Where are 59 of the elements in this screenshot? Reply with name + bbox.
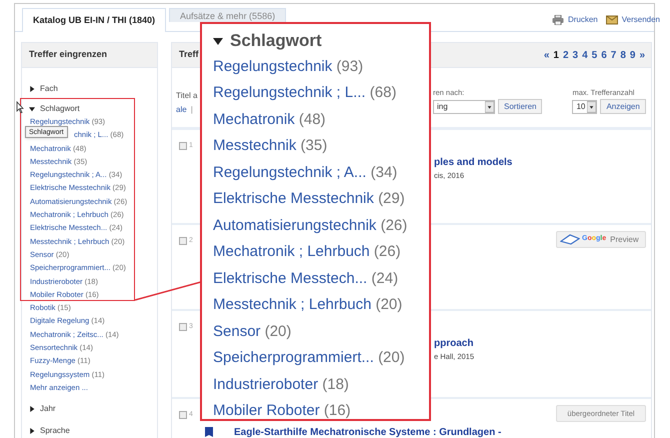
- checkbox[interactable]: [179, 323, 187, 331]
- sort-button[interactable]: Sortieren: [498, 99, 542, 114]
- result-title-link[interactable]: pproach: [434, 336, 551, 351]
- select-link[interactable]: ale: [176, 104, 187, 116]
- facet-link[interactable]: Mechatronik (48): [213, 106, 429, 133]
- dropdown-arrow-icon: [485, 100, 494, 112]
- field-label: Titel a: [176, 90, 198, 102]
- expanded-triangle-icon: [213, 36, 223, 46]
- tab[interactable]: Katalog UB EI-IN / THI (1840): [22, 8, 166, 32]
- facet-link[interactable]: Regelungstechnik ; L... (68): [213, 80, 429, 106]
- collapsed-triangle-icon: [29, 428, 35, 434]
- print-link[interactable]: Drucken: [552, 14, 598, 26]
- page-link[interactable]: 9: [630, 48, 636, 62]
- checkbox[interactable]: [179, 237, 187, 245]
- printer-icon: [552, 15, 564, 25]
- facet-link[interactable]: Sensor (20): [213, 318, 429, 345]
- envelope-icon: [606, 15, 618, 25]
- facet-link[interactable]: Elektrische Messtechnik (29): [213, 186, 429, 212]
- separator-text: |: [190, 104, 193, 116]
- page-link[interactable]: 2: [562, 48, 568, 62]
- dropdown-arrow-icon: [587, 100, 596, 112]
- dropdown[interactable]: ing: [433, 100, 495, 114]
- results-heading: Treff: [179, 48, 199, 62]
- facet-link[interactable]: Regelungstechnik ; A... (34): [213, 160, 429, 186]
- page-link[interactable]: 5: [592, 48, 598, 62]
- page-link[interactable]: 3: [572, 48, 578, 62]
- previous-link[interactable]: «: [544, 48, 550, 62]
- page-link[interactable]: 4: [582, 48, 588, 62]
- facet-link[interactable]: Regelungstechnik (93): [213, 54, 429, 80]
- checkbox[interactable]: [179, 411, 187, 419]
- facet-link[interactable]: Elektrische Messtech... (24): [213, 266, 429, 292]
- facet-toggle[interactable]: Sprache: [29, 425, 157, 438]
- sidebar-heading: Treffer eingrenzen: [22, 43, 157, 68]
- facet-link[interactable]: Industrieroboter (18): [213, 372, 429, 398]
- result-title-link[interactable]: Eagle-Starthilfe Mechatronische Systeme : Grundlagen -: [234, 427, 502, 438]
- page-link[interactable]: 1: [553, 48, 559, 62]
- facet-toggle[interactable]: Jahr: [29, 403, 157, 416]
- open-book-icon: [560, 234, 580, 245]
- collapsed-triangle-icon: [29, 406, 35, 412]
- facet-link[interactable]: Messtechnik ; Lehrbuch (20): [213, 292, 429, 318]
- page-link[interactable]: 7: [610, 48, 616, 62]
- show-button[interactable]: Anzeigen: [600, 99, 646, 114]
- facet-link[interactable]: Mechatronik ; Lehrbuch (26): [213, 239, 429, 266]
- expanded-triangle-icon: [29, 106, 35, 112]
- facet-toggle[interactable]: Schlagwort: [29, 103, 157, 115]
- dropdown[interactable]: 10: [572, 100, 598, 114]
- facet-link[interactable]: Messtechnik (35): [213, 133, 429, 160]
- result-title-link[interactable]: ples and models: [434, 155, 551, 170]
- page-link[interactable]: 8: [620, 48, 626, 62]
- facet-link[interactable]: Automatisierungstechnik (26): [213, 212, 429, 239]
- send-link[interactable]: Versenden: [606, 14, 660, 26]
- facet-link[interactable]: Mobiler Roboter (16): [213, 398, 429, 424]
- next-link[interactable]: »: [639, 48, 645, 62]
- page-link[interactable]: 6: [601, 48, 607, 62]
- callout-heading: Schlagwort: [230, 30, 322, 52]
- facet-toggle[interactable]: Fach: [29, 83, 157, 95]
- facet-link[interactable]: Speicherprogrammiert... (20): [213, 345, 429, 372]
- checkbox[interactable]: [179, 142, 187, 150]
- collapsed-triangle-icon: [29, 86, 35, 92]
